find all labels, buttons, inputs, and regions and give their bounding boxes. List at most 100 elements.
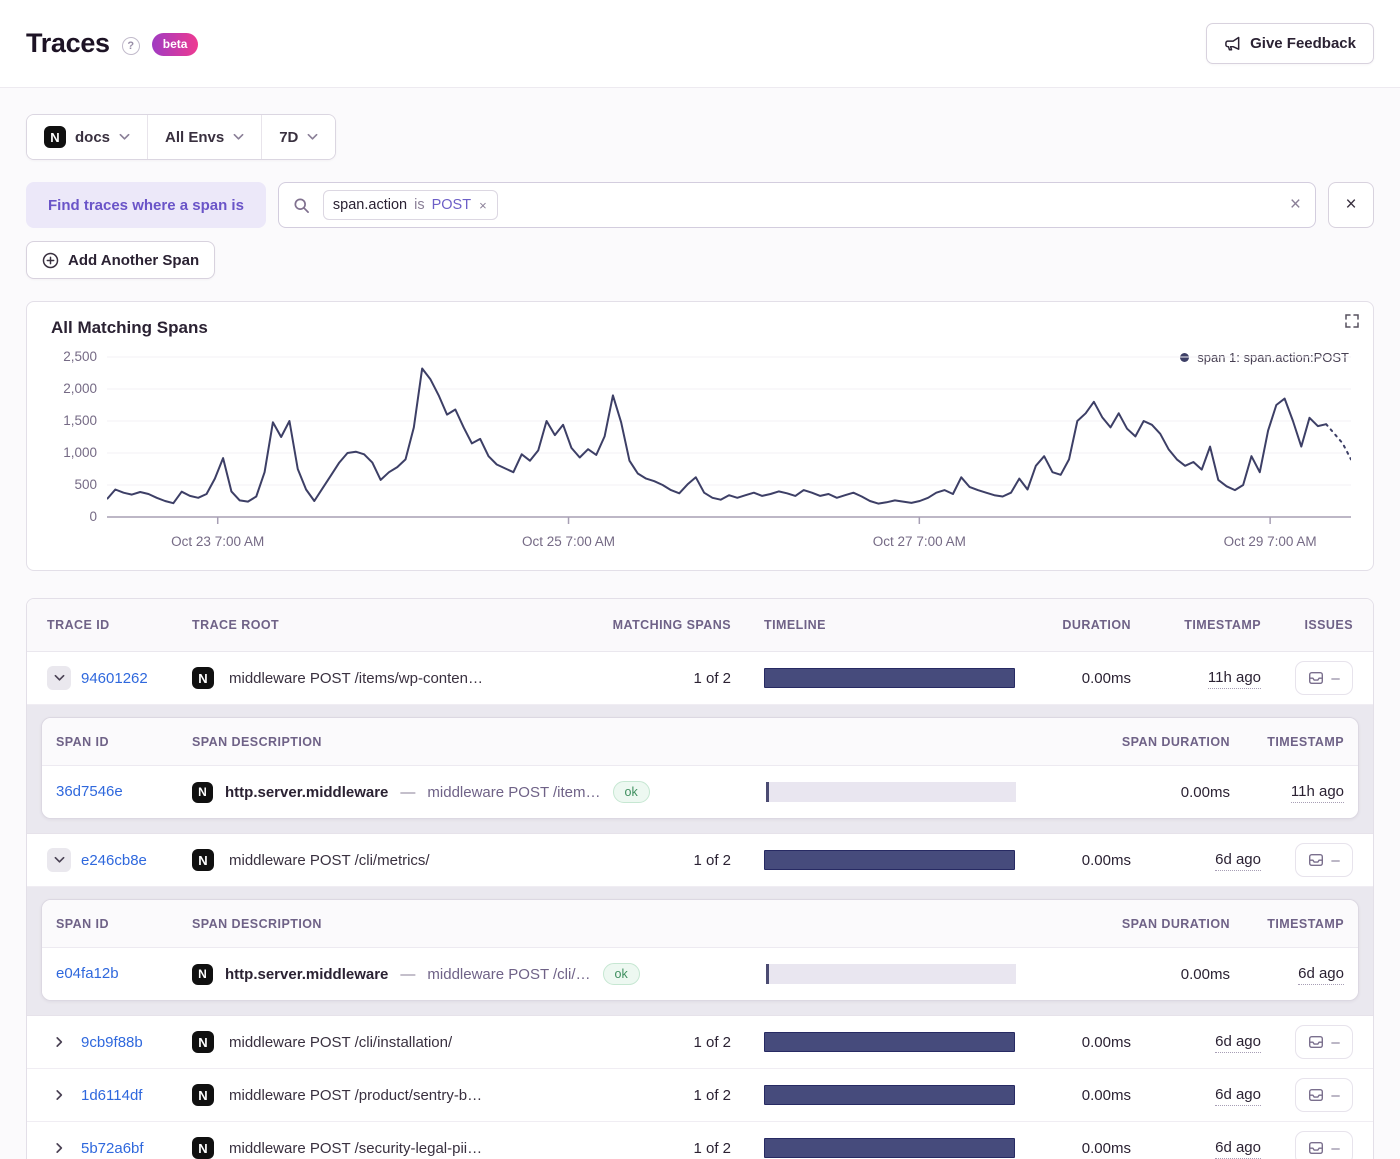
date-range-filter[interactable]: 7D xyxy=(261,115,335,159)
row-expand-button[interactable] xyxy=(47,1136,71,1159)
col-timeline: TIMELINE xyxy=(731,618,1021,632)
row-expand-button[interactable] xyxy=(47,1083,71,1107)
chart-x-axis: Oct 23 7:00 AMOct 25 7:00 AMOct 27 7:00 … xyxy=(107,526,1351,552)
col-span-description: SPAN DESCRIPTION xyxy=(192,735,1030,749)
spans-table-header: SPAN ID SPAN DESCRIPTION SPAN DURATION T… xyxy=(42,718,1358,766)
issues-cell: – xyxy=(1261,1131,1353,1159)
traces-table-body: 94601262 N middleware POST /items/wp-con… xyxy=(27,652,1373,1159)
issues-icon xyxy=(1308,670,1324,686)
span-description-label: middleware POST /cli/… xyxy=(427,966,590,983)
span-timestamp-value[interactable]: 11h ago xyxy=(1291,783,1344,803)
timeline-cell xyxy=(731,1032,1021,1052)
span-duration-value: 0.00ms xyxy=(1030,966,1230,983)
issues-button[interactable]: – xyxy=(1295,843,1353,877)
issues-icon xyxy=(1308,1087,1324,1103)
span-timestamp-value[interactable]: 6d ago xyxy=(1298,965,1344,985)
timeline-cell xyxy=(731,668,1021,688)
timestamp-value[interactable]: 6d ago xyxy=(1215,1033,1261,1053)
trace-row: 5b72a6bf N middleware POST /security-leg… xyxy=(27,1122,1373,1159)
trace-root-cell: N middleware POST /product/sentry-b… xyxy=(192,1084,611,1106)
col-trace-id: TRACE ID xyxy=(47,618,192,632)
timestamp-value[interactable]: 6d ago xyxy=(1215,1086,1261,1106)
span-id-cell: 36d7546e xyxy=(56,783,192,801)
project-filter[interactable]: N docs xyxy=(27,115,147,159)
help-icon[interactable]: ? xyxy=(122,37,140,55)
timestamp-value[interactable]: 6d ago xyxy=(1215,851,1261,871)
nextjs-platform-icon: N xyxy=(192,782,213,803)
span-timeline-tick xyxy=(766,782,769,802)
timestamp-cell: 6d ago xyxy=(1131,1086,1261,1104)
issues-button[interactable]: – xyxy=(1295,661,1353,695)
x-tick-label: Oct 25 7:00 AM xyxy=(522,534,615,549)
col-matching-spans: MATCHING SPANS xyxy=(611,618,731,632)
timeline-bar[interactable] xyxy=(764,1085,1015,1105)
expand-chart-icon[interactable] xyxy=(1345,314,1359,331)
add-another-span-label: Add Another Span xyxy=(68,252,199,269)
span-timestamp-cell: 11h ago xyxy=(1230,783,1344,801)
span-timestamp-cell: 6d ago xyxy=(1230,965,1344,983)
timeline-bar[interactable] xyxy=(764,1138,1015,1158)
nextjs-platform-icon: N xyxy=(192,849,214,871)
col-span-id: SPAN ID xyxy=(56,917,192,931)
add-another-span-button[interactable]: Add Another Span xyxy=(26,241,215,279)
trace-id-link[interactable]: 5b72a6bf xyxy=(81,1140,144,1157)
chevron-down-icon xyxy=(119,133,130,141)
chevron-icon xyxy=(55,1037,63,1048)
span-timeline-bar[interactable] xyxy=(766,964,1016,984)
trace-id-link[interactable]: e246cb8e xyxy=(81,852,147,869)
x-tick-label: Oct 27 7:00 AM xyxy=(873,534,966,549)
give-feedback-button[interactable]: Give Feedback xyxy=(1206,23,1374,64)
span-status-badge: ok xyxy=(613,781,650,803)
search-clear-icon[interactable]: × xyxy=(1290,194,1301,216)
issues-button[interactable]: – xyxy=(1295,1131,1353,1159)
issues-button[interactable]: – xyxy=(1295,1078,1353,1112)
matching-spans-count: 1 of 2 xyxy=(611,1087,731,1104)
span-status-badge: ok xyxy=(603,963,640,985)
trace-id-link[interactable]: 94601262 xyxy=(81,670,148,687)
token-remove-icon[interactable]: × xyxy=(478,198,488,213)
span-id-link[interactable]: 36d7546e xyxy=(56,783,123,800)
search-filter-token[interactable]: span.action is POST × xyxy=(323,190,498,220)
timestamp-cell: 6d ago xyxy=(1131,1139,1261,1157)
timestamp-value[interactable]: 11h ago xyxy=(1208,669,1261,689)
span-search-row: Find traces where a span is span.action … xyxy=(26,182,1374,228)
issues-button[interactable]: – xyxy=(1295,1025,1353,1059)
timeline-bar[interactable] xyxy=(764,850,1015,870)
trace-root-label: middleware POST /product/sentry-b… xyxy=(229,1087,482,1104)
span-row: 36d7546e N http.server.middleware — midd… xyxy=(42,766,1358,818)
y-tick-label: 1,000 xyxy=(63,445,97,460)
trace-id-link[interactable]: 1d6114df xyxy=(81,1087,142,1104)
environment-filter[interactable]: All Envs xyxy=(147,115,261,159)
row-expand-button[interactable] xyxy=(47,848,71,872)
trace-id-link[interactable]: 9cb9f88b xyxy=(81,1034,143,1051)
token-operator: is xyxy=(414,197,424,213)
row-expand-button[interactable] xyxy=(47,666,71,690)
span-search-input[interactable]: span.action is POST × × xyxy=(278,182,1316,228)
span-description-cell: N http.server.middleware — middleware PO… xyxy=(192,781,766,803)
timeline-bar[interactable] xyxy=(764,668,1015,688)
col-span-description: SPAN DESCRIPTION xyxy=(192,917,1030,931)
row-expand-button[interactable] xyxy=(47,1030,71,1054)
trace-row: 1d6114df N middleware POST /product/sent… xyxy=(27,1069,1373,1122)
span-op-label: http.server.middleware xyxy=(225,784,388,801)
timestamp-value[interactable]: 6d ago xyxy=(1215,1139,1261,1159)
plus-circle-icon xyxy=(42,252,59,269)
remove-span-filter-button[interactable]: × xyxy=(1328,182,1374,228)
timeline-bar[interactable] xyxy=(764,1032,1015,1052)
project-filter-label: docs xyxy=(75,129,110,146)
duration-value: 0.00ms xyxy=(1021,670,1131,687)
duration-value: 0.00ms xyxy=(1021,1034,1131,1051)
span-id-link[interactable]: e04fa12b xyxy=(56,965,119,982)
trace-row: e246cb8e N middleware POST /cli/metrics/… xyxy=(27,834,1373,887)
issues-count: – xyxy=(1331,852,1339,869)
environment-filter-label: All Envs xyxy=(165,129,224,146)
find-traces-label: Find traces where a span is xyxy=(26,182,266,228)
y-tick-label: 500 xyxy=(74,477,97,492)
trace-id-cell: 9cb9f88b xyxy=(47,1030,192,1054)
megaphone-icon xyxy=(1224,35,1241,52)
span-timeline-tick xyxy=(766,964,769,984)
issues-count: – xyxy=(1331,1087,1339,1104)
span-timeline-bar[interactable] xyxy=(766,782,1016,802)
page-filter-bar: N docs All Envs 7D xyxy=(26,114,336,160)
issues-icon xyxy=(1308,852,1324,868)
